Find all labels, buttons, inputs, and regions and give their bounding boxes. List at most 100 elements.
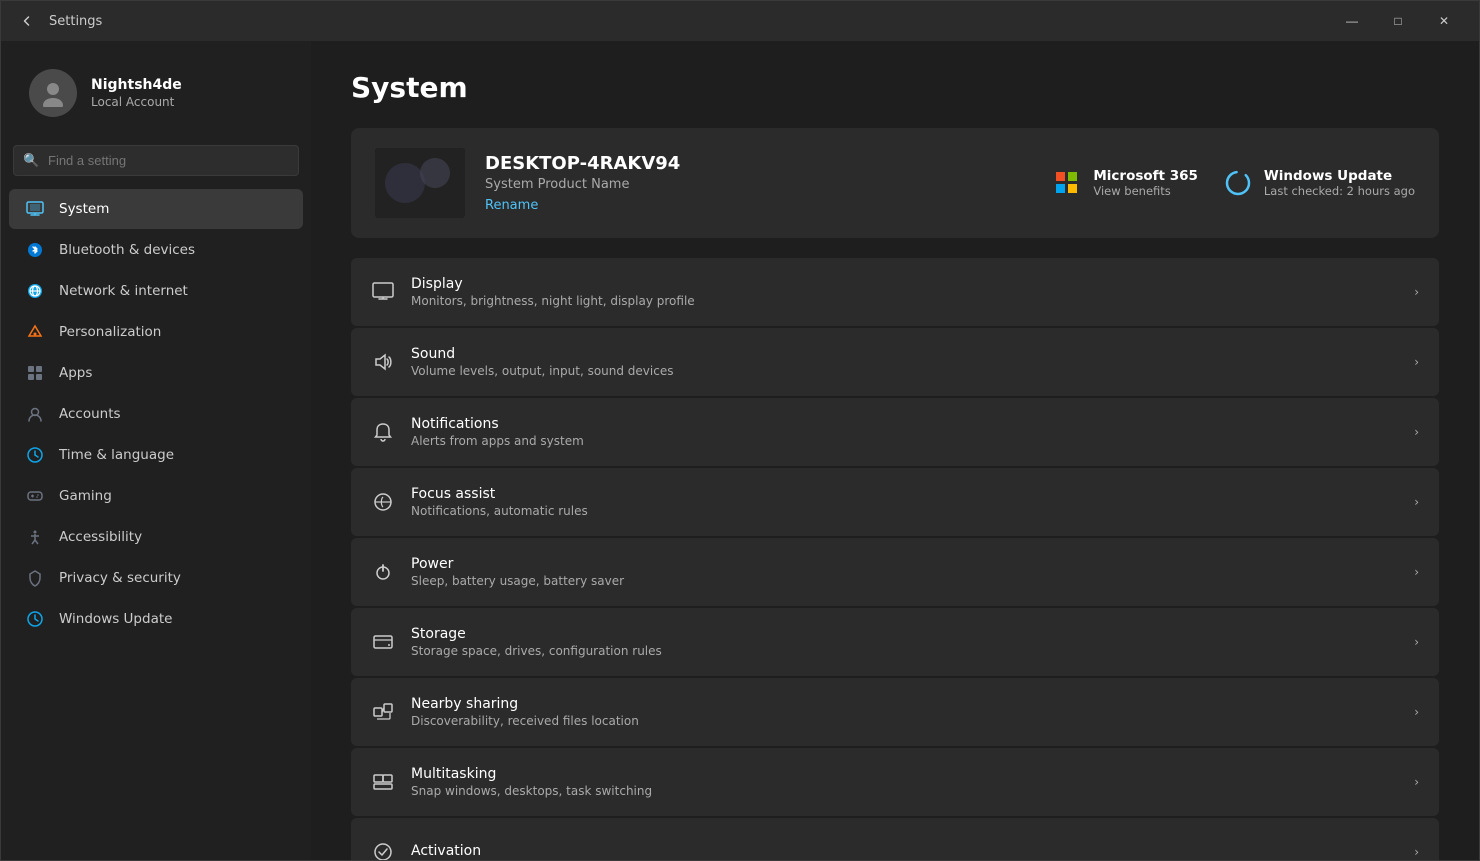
rename-link[interactable]: Rename: [485, 198, 538, 213]
apps-icon: [25, 363, 45, 383]
sidebar-item-update[interactable]: Windows Update: [9, 599, 303, 639]
search-input[interactable]: [13, 145, 299, 176]
settings-item-power[interactable]: Power Sleep, battery usage, battery save…: [351, 538, 1439, 606]
product-name: System Product Name: [485, 177, 1031, 192]
sidebar-item-bluetooth[interactable]: Bluetooth & devices: [9, 230, 303, 270]
display-text: Display Monitors, brightness, night ligh…: [411, 276, 1398, 308]
sidebar-item-label-accessibility: Accessibility: [59, 529, 142, 545]
avatar: [29, 69, 77, 117]
sidebar-item-network[interactable]: Network & internet: [9, 271, 303, 311]
sidebar-item-label-privacy: Privacy & security: [59, 570, 181, 586]
settings-item-storage[interactable]: Storage Storage space, drives, configura…: [351, 608, 1439, 676]
sound-label: Sound: [411, 346, 1398, 362]
gaming-icon: [25, 486, 45, 506]
activation-chevron: ›: [1414, 845, 1419, 859]
time-icon: [25, 445, 45, 465]
maximize-button[interactable]: □: [1375, 1, 1421, 41]
notifications-text: Notifications Alerts from apps and syste…: [411, 416, 1398, 448]
system-info: DESKTOP-4RAKV94 System Product Name Rena…: [485, 153, 1031, 213]
page-title: System: [351, 71, 1439, 104]
notifications-chevron: ›: [1414, 425, 1419, 439]
multitasking-label: Multitasking: [411, 766, 1398, 782]
system-image: [375, 148, 465, 218]
ms365-subtitle: View benefits: [1093, 184, 1198, 198]
ms365-icon: [1051, 167, 1083, 199]
titlebar: Settings — □ ✕: [1, 1, 1479, 41]
focus-desc: Notifications, automatic rules: [411, 504, 1398, 518]
titlebar-title: Settings: [49, 14, 102, 29]
power-icon: [371, 560, 395, 584]
sidebar-item-label-update: Windows Update: [59, 611, 172, 627]
sound-text: Sound Volume levels, output, input, soun…: [411, 346, 1398, 378]
sidebar-item-label-gaming: Gaming: [59, 488, 112, 504]
multitasking-text: Multitasking Snap windows, desktops, tas…: [411, 766, 1398, 798]
network-icon: [25, 281, 45, 301]
sidebar-item-privacy[interactable]: Privacy & security: [9, 558, 303, 598]
sidebar-item-label-bluetooth: Bluetooth & devices: [59, 242, 195, 258]
activation-label: Activation: [411, 843, 1398, 859]
sidebar-item-label-network: Network & internet: [59, 283, 188, 299]
settings-item-notifications[interactable]: Notifications Alerts from apps and syste…: [351, 398, 1439, 466]
sidebar-item-gaming[interactable]: Gaming: [9, 476, 303, 516]
power-label: Power: [411, 556, 1398, 572]
multitasking-chevron: ›: [1414, 775, 1419, 789]
device-name: DESKTOP-4RAKV94: [485, 153, 1031, 174]
activation-icon: [371, 840, 395, 860]
storage-label: Storage: [411, 626, 1398, 642]
settings-item-display[interactable]: Display Monitors, brightness, night ligh…: [351, 258, 1439, 326]
sound-icon: [371, 350, 395, 374]
settings-item-focus[interactable]: Focus assist Notifications, automatic ru…: [351, 468, 1439, 536]
storage-icon: [371, 630, 395, 654]
display-icon: [371, 280, 395, 304]
sidebar-item-system[interactable]: System: [9, 189, 303, 229]
sidebar-item-time[interactable]: Time & language: [9, 435, 303, 475]
nearby-desc: Discoverability, received files location: [411, 714, 1398, 728]
sidebar-item-accounts[interactable]: Accounts: [9, 394, 303, 434]
sidebar-item-label-time: Time & language: [59, 447, 174, 463]
activation-text: Activation: [411, 843, 1398, 860]
sidebar-item-accessibility[interactable]: Accessibility: [9, 517, 303, 557]
power-chevron: ›: [1414, 565, 1419, 579]
user-name: Nightsh4de: [91, 77, 182, 93]
settings-item-multitasking[interactable]: Multitasking Snap windows, desktops, tas…: [351, 748, 1439, 816]
sound-chevron: ›: [1414, 355, 1419, 369]
windows-update-icon: [1222, 167, 1254, 199]
accounts-icon: [25, 404, 45, 424]
nearby-text: Nearby sharing Discoverability, received…: [411, 696, 1398, 728]
bluetooth-icon: [25, 240, 45, 260]
ms365-text: Microsoft 365 View benefits: [1093, 168, 1198, 198]
notifications-desc: Alerts from apps and system: [411, 434, 1398, 448]
window-controls: — □ ✕: [1329, 1, 1467, 41]
windows-update-badge[interactable]: Windows Update Last checked: 2 hours ago: [1222, 167, 1415, 199]
focus-icon: [371, 490, 395, 514]
multitasking-icon: [371, 770, 395, 794]
ms365-badge[interactable]: Microsoft 365 View benefits: [1051, 167, 1198, 199]
focus-text: Focus assist Notifications, automatic ru…: [411, 486, 1398, 518]
storage-text: Storage Storage space, drives, configura…: [411, 626, 1398, 658]
settings-item-sound[interactable]: Sound Volume levels, output, input, soun…: [351, 328, 1439, 396]
display-chevron: ›: [1414, 285, 1419, 299]
sidebar-item-apps[interactable]: Apps: [9, 353, 303, 393]
sound-desc: Volume levels, output, input, sound devi…: [411, 364, 1398, 378]
display-label: Display: [411, 276, 1398, 292]
main-layout: Nightsh4de Local Account 🔍: [1, 41, 1479, 860]
system-card: DESKTOP-4RAKV94 System Product Name Rena…: [351, 128, 1439, 238]
nav-list: System Bluetooth & devices: [1, 188, 311, 640]
minimize-button[interactable]: —: [1329, 1, 1375, 41]
sidebar: Nightsh4de Local Account 🔍: [1, 41, 311, 860]
privacy-icon: [25, 568, 45, 588]
sidebar-item-personalization[interactable]: Personalization: [9, 312, 303, 352]
power-desc: Sleep, battery usage, battery saver: [411, 574, 1398, 588]
system-badges: Microsoft 365 View benefits Windows Upda…: [1051, 167, 1415, 199]
nearby-label: Nearby sharing: [411, 696, 1398, 712]
system-icon: [25, 199, 45, 219]
multitasking-desc: Snap windows, desktops, task switching: [411, 784, 1398, 798]
user-profile[interactable]: Nightsh4de Local Account: [9, 53, 303, 133]
notifications-label: Notifications: [411, 416, 1398, 432]
content-area: System: [311, 41, 1479, 860]
settings-item-nearby[interactable]: Nearby sharing Discoverability, received…: [351, 678, 1439, 746]
back-button[interactable]: [13, 7, 41, 35]
close-button[interactable]: ✕: [1421, 1, 1467, 41]
settings-item-activation[interactable]: Activation ›: [351, 818, 1439, 860]
accessibility-icon: [25, 527, 45, 547]
